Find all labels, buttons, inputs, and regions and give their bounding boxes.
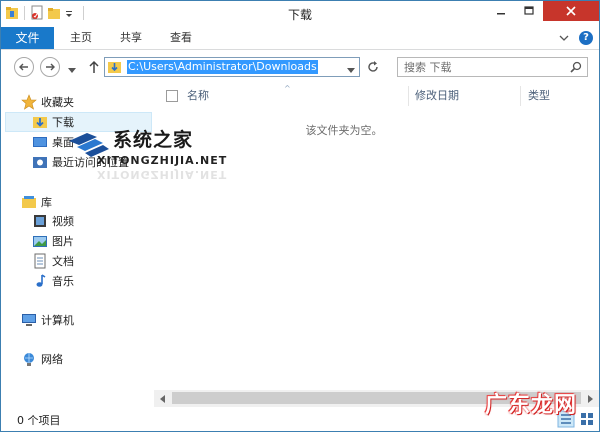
music-icon	[32, 273, 48, 289]
search-input[interactable]	[404, 60, 564, 74]
tab-share[interactable]: 共享	[113, 27, 149, 49]
downloads-folder-icon	[108, 60, 122, 74]
watermark-url: XITONGZHIJIA.NET	[97, 154, 228, 167]
close-icon	[566, 6, 576, 16]
nav-favorites[interactable]: 收藏夹	[21, 92, 173, 112]
recent-locations-chevron-icon[interactable]	[68, 64, 76, 73]
tab-home[interactable]: 主页	[63, 27, 99, 49]
computer-icon	[21, 312, 37, 328]
libraries-icon	[21, 194, 37, 210]
documents-icon	[32, 253, 48, 269]
column-header-date-modified[interactable]: 修改日期	[415, 84, 515, 108]
up-level-arrow-icon[interactable]	[87, 59, 101, 75]
tab-view[interactable]: 查看	[163, 27, 199, 49]
watermark-url-reflection: XITONGZHIJIA.NET	[97, 168, 228, 181]
column-divider[interactable]	[408, 86, 409, 106]
scroll-right-arrow-icon[interactable]	[582, 390, 599, 407]
nav-network[interactable]: 网络	[21, 349, 173, 369]
nav-computer-label: 计算机	[41, 314, 74, 327]
column-header-name[interactable]: 名称	[187, 84, 307, 108]
tab-file[interactable]: 文件	[1, 27, 54, 49]
nav-item-label: 音乐	[52, 275, 74, 288]
close-button[interactable]	[543, 1, 599, 21]
search-box[interactable]	[397, 57, 588, 77]
help-button[interactable]: ?	[579, 31, 593, 45]
nav-item-label: 文档	[52, 255, 74, 268]
back-button[interactable]	[14, 57, 34, 77]
nav-libraries-label: 库	[41, 196, 52, 209]
recent-places-icon	[32, 154, 48, 170]
nav-favorites-label: 收藏夹	[41, 96, 74, 109]
maximize-button[interactable]	[515, 1, 543, 21]
nav-item-pictures[interactable]: 图片	[1, 231, 153, 251]
pictures-icon	[32, 233, 48, 249]
network-icon	[21, 351, 37, 367]
watermark-corner: 广东龙网	[485, 393, 578, 418]
address-row: C:\Users\Administrator\Downloads	[1, 51, 599, 83]
item-count: 0 个项目	[17, 414, 61, 427]
nav-item-videos[interactable]: 视频	[1, 211, 153, 231]
minimize-icon	[497, 13, 505, 15]
minimize-button[interactable]	[487, 1, 515, 21]
nav-item-label: 视频	[52, 215, 74, 228]
watermark-xitongzhijia: 系统之家 XITONGZHIJIA.NET XITONGZHIJIA.NET	[61, 123, 241, 185]
back-arrow-icon	[19, 63, 28, 71]
star-icon	[21, 94, 37, 110]
address-path[interactable]: C:\Users\Administrator\Downloads	[127, 60, 318, 74]
address-dropdown-chevron-icon[interactable]	[347, 64, 355, 73]
address-bar[interactable]: C:\Users\Administrator\Downloads	[104, 57, 360, 77]
search-icon[interactable]	[570, 61, 582, 73]
forward-arrow-icon	[46, 63, 55, 71]
nav-network-label: 网络	[41, 353, 63, 366]
ribbon-tabs: 文件 主页 共享 查看 ?	[1, 27, 599, 50]
maximize-icon	[524, 6, 534, 15]
watermark-brand: 系统之家	[113, 129, 194, 151]
nav-item-documents[interactable]: 文档	[1, 251, 153, 271]
expand-ribbon-chevron-icon[interactable]	[557, 31, 571, 45]
nav-libraries[interactable]: 库	[21, 192, 173, 212]
nav-item-label: 图片	[52, 235, 74, 248]
downloads-folder-icon	[32, 114, 48, 130]
refresh-icon[interactable]	[365, 59, 381, 75]
large-icons-view-icon[interactable]	[578, 410, 596, 428]
nav-item-music[interactable]: 音乐	[1, 271, 153, 291]
videos-icon	[32, 213, 48, 229]
column-header-type[interactable]: 类型	[528, 84, 588, 108]
title-bar: 下载	[1, 1, 599, 27]
desktop-icon	[32, 134, 48, 150]
explorer-window: 下载 文件 主页 共享 查看 ? C:\Users\Administrator\…	[0, 0, 600, 432]
select-all-checkbox[interactable]	[166, 90, 178, 102]
scroll-left-arrow-icon[interactable]	[154, 390, 171, 407]
column-divider[interactable]	[520, 86, 521, 106]
forward-button[interactable]	[40, 57, 60, 77]
nav-computer[interactable]: 计算机	[21, 310, 173, 330]
